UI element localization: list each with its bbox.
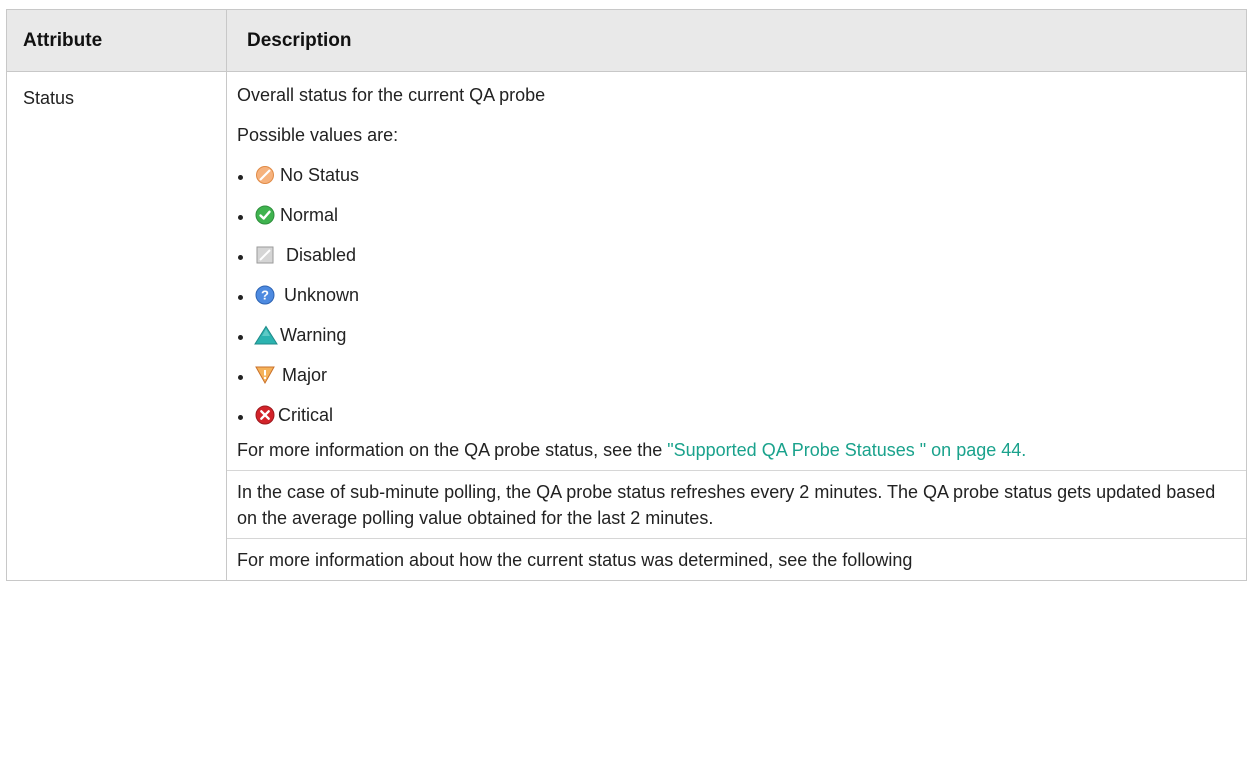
- possible-values-intro: Possible values are:: [237, 125, 399, 145]
- overall-status-text: Overall status for the current QA probe: [237, 85, 546, 105]
- attribute-cell: Status: [6, 71, 227, 581]
- bullet: [238, 295, 243, 300]
- value-label: Critical: [278, 405, 334, 425]
- bullet: [238, 415, 243, 420]
- list-item: Warning: [237, 315, 1236, 355]
- list-item: Disabled: [237, 235, 1236, 275]
- svg-text:?: ?: [261, 288, 269, 303]
- value-label: No Status: [280, 165, 360, 185]
- normal-icon: [254, 204, 276, 226]
- table-header-row: Attribute Description: [6, 9, 1247, 72]
- list-item: Normal: [237, 195, 1236, 235]
- how-determined-paragraph: For more information about how the curre…: [237, 550, 913, 570]
- value-label: Warning: [280, 325, 347, 345]
- sub-minute-paragraph: In the case of sub-minute polling, the Q…: [237, 482, 1216, 528]
- bullet: [238, 215, 243, 220]
- bullet: [238, 375, 243, 380]
- value-label: Unknown: [284, 285, 360, 305]
- warning-icon: [254, 324, 278, 346]
- no-status-icon: [254, 164, 276, 186]
- supported-statuses-link[interactable]: "Supported QA Probe Statuses " on page 4…: [667, 440, 1026, 460]
- header-attribute: Attribute: [6, 9, 227, 72]
- disabled-icon: [254, 244, 276, 266]
- status-values-list: No Status Normal Disabled ? Unknown Warn…: [237, 155, 1236, 435]
- bullet: [238, 255, 243, 260]
- list-item: Major: [237, 355, 1236, 395]
- more-info-prefix: For more information on the QA probe sta…: [237, 440, 668, 460]
- list-item: No Status: [237, 155, 1236, 195]
- more-info-paragraph: For more information on the QA probe sta…: [237, 435, 1236, 470]
- attribute-table: Attribute Description Status Overall sta…: [6, 9, 1247, 581]
- critical-icon: [254, 404, 276, 426]
- unknown-icon: ?: [254, 284, 276, 306]
- value-label: Normal: [280, 205, 339, 225]
- value-label: Major: [282, 365, 328, 385]
- list-item: Critical: [237, 395, 1236, 435]
- bullet: [238, 335, 243, 340]
- header-description: Description: [226, 9, 1247, 72]
- table-row: Status Overall status for the current QA…: [6, 71, 1247, 581]
- list-item: ? Unknown: [237, 275, 1236, 315]
- bullet: [238, 175, 243, 180]
- value-label: Disabled: [286, 245, 357, 265]
- description-cell: Overall status for the current QA probe …: [226, 71, 1247, 581]
- major-icon: [254, 364, 276, 386]
